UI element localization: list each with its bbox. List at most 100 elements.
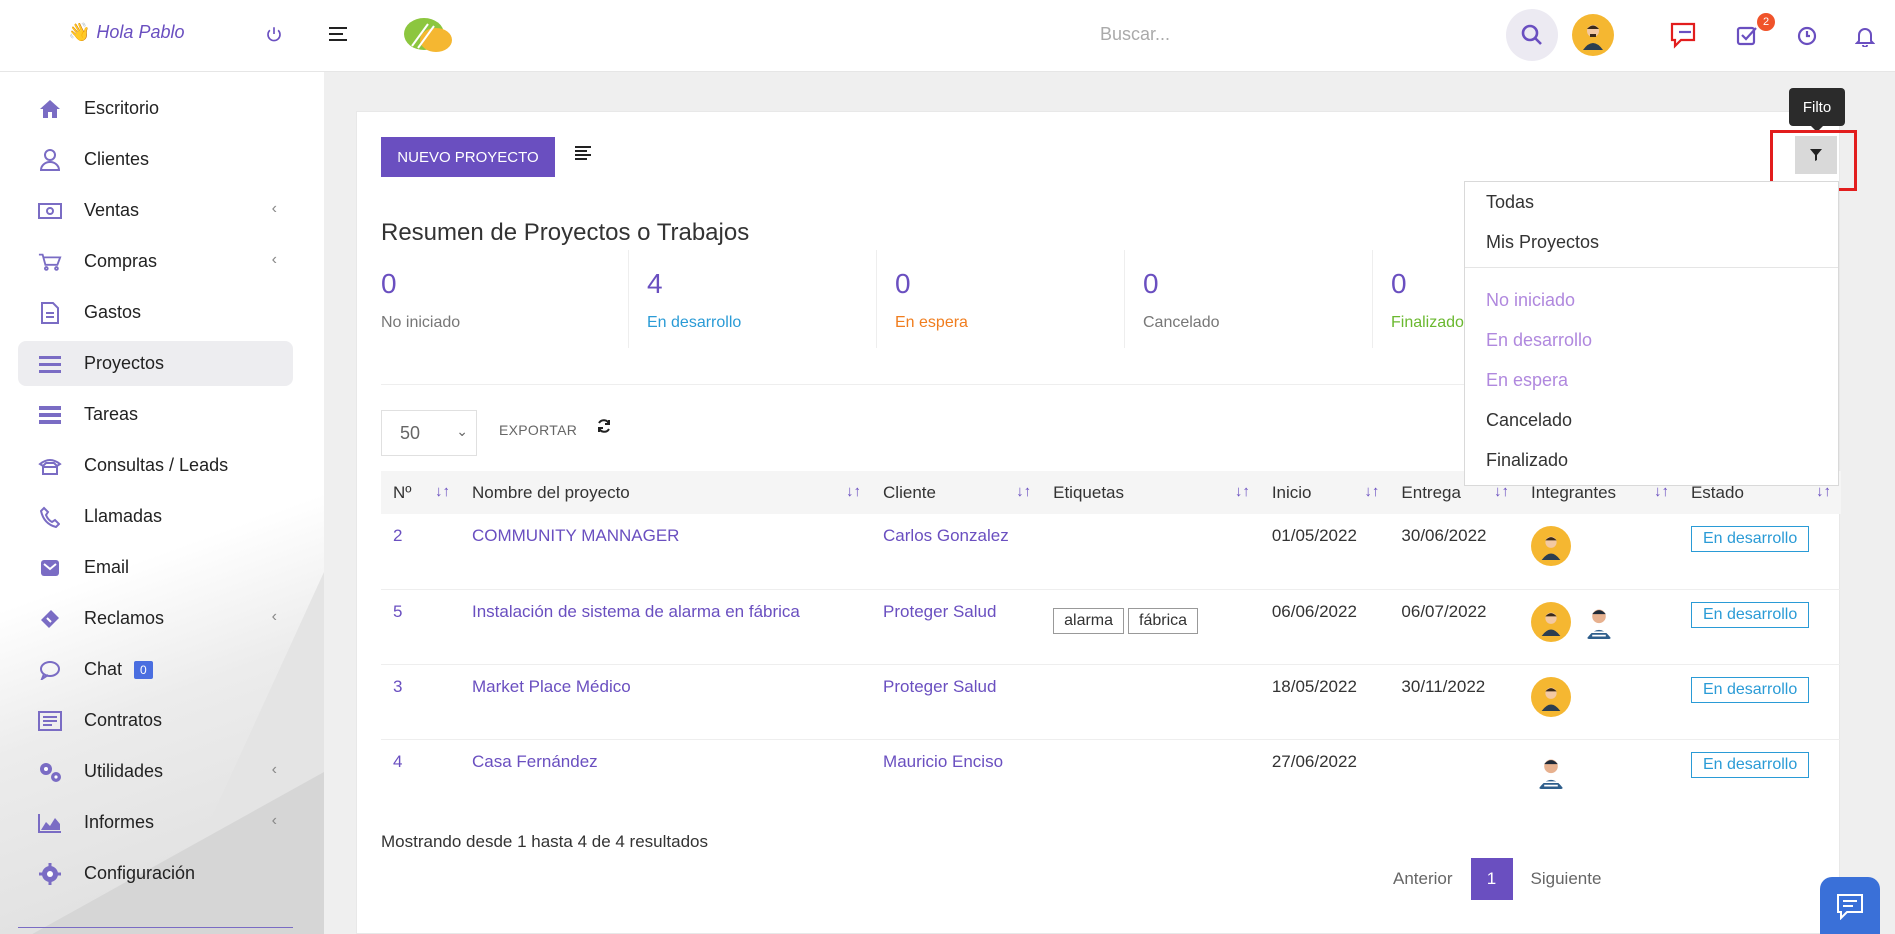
filter-option-cancelado[interactable]: Cancelado [1465, 400, 1838, 440]
clock-icon[interactable] [1796, 25, 1818, 47]
sidebar-item-chat[interactable]: Chat 0 [18, 647, 293, 692]
sidebar-item-escritorio[interactable]: Escritorio [18, 86, 293, 131]
member-avatar[interactable] [1531, 526, 1571, 566]
column-header-client[interactable]: Cliente ↓↑ [871, 471, 1041, 514]
cell-start: 06/06/2022 [1271, 601, 1357, 621]
sidebar-item-compras[interactable]: Compras ‹ [18, 239, 293, 284]
cell-members [1519, 589, 1679, 664]
cell-client[interactable]: Proteger Salud [871, 664, 1041, 739]
column-header-start[interactable]: Inicio ↓↑ [1260, 471, 1390, 514]
sidebar-item-configuracion[interactable]: Configuración [18, 851, 293, 896]
sidebar-item-label: Compras [84, 251, 158, 271]
cell-project-name[interactable]: COMMUNITY MANNAGER [460, 514, 871, 589]
cell-client[interactable]: Proteger Salud [871, 589, 1041, 664]
sidebar-item-proyectos[interactable]: Proyectos [18, 341, 293, 386]
chevron-left-icon: ‹ [271, 608, 277, 625]
menu-toggle-icon[interactable] [326, 22, 350, 46]
stat-cancelado[interactable]: 0 Cancelado [1125, 250, 1373, 348]
sidebar-item-ventas[interactable]: Ventas ‹ [18, 188, 293, 233]
current-page-button[interactable]: 1 [1470, 858, 1513, 900]
cart-icon [38, 250, 62, 274]
cell-number[interactable]: 5 [381, 589, 460, 664]
chevron-down-icon: ⌄ [456, 423, 468, 439]
column-header-tags[interactable]: Etiquetas ↓↑ [1041, 471, 1260, 514]
list-view-icon[interactable] [575, 146, 591, 165]
sidebar-item-consultas[interactable]: Consultas / Leads [18, 443, 293, 488]
member-avatar[interactable] [1531, 751, 1571, 792]
sidebar-item-label: Chat [84, 659, 123, 679]
tag-chip[interactable]: fábrica [1128, 607, 1199, 634]
filter-button[interactable] [1795, 136, 1837, 174]
stat-en-espera[interactable]: 0 En espera [877, 250, 1125, 348]
sidebar-item-llamadas[interactable]: Llamadas [18, 494, 293, 539]
tasks-check-icon[interactable] [1736, 24, 1758, 46]
new-project-button[interactable]: NUEVO PROYECTO [381, 137, 555, 177]
search-input[interactable]: Buscar... [1100, 24, 1170, 45]
cell-client[interactable]: Mauricio Enciso [871, 739, 1041, 814]
prev-page-button[interactable]: Anterior [1393, 869, 1453, 889]
table-row: 5 Instalación de sistema de alarma en fá… [381, 589, 1841, 664]
sidebar-item-label: Reclamos [84, 608, 165, 628]
cell-project-name[interactable]: Casa Fernández [460, 739, 871, 814]
cell-client[interactable]: Carlos Gonzalez [871, 514, 1041, 589]
member-avatar[interactable] [1579, 601, 1619, 642]
cell-start: 18/05/2022 [1271, 676, 1357, 696]
dropdown-divider [1465, 267, 1838, 268]
stat-no-iniciado[interactable]: 0 No iniciado [381, 250, 629, 348]
chat-widget-button[interactable] [1820, 877, 1880, 934]
chart-icon [38, 811, 62, 835]
messages-icon[interactable] [1668, 20, 1702, 50]
power-icon[interactable] [262, 22, 286, 46]
filter-option-en-desarrollo[interactable]: En desarrollo [1465, 320, 1838, 360]
cell-number[interactable]: 3 [381, 664, 460, 739]
sidebar-item-reclamos[interactable]: Reclamos ‹ [18, 596, 293, 641]
sidebar-item-clientes[interactable]: Clientes [18, 137, 293, 182]
cell-number[interactable]: 2 [381, 514, 460, 589]
member-avatar[interactable] [1531, 676, 1571, 717]
search-icon [1521, 24, 1542, 45]
user-avatar[interactable] [1572, 14, 1614, 56]
filter-option-en-espera[interactable]: En espera [1465, 360, 1838, 400]
tag-chip[interactable]: alarma [1053, 607, 1125, 634]
filter-option-mis-proyectos[interactable]: Mis Proyectos [1465, 222, 1838, 262]
cell-number[interactable]: 4 [381, 739, 460, 814]
sort-icon: ↓↑ [846, 483, 862, 500]
column-label: Cliente [883, 482, 936, 502]
filter-dropdown-menu: Todas Mis Proyectos No iniciado En desar… [1464, 181, 1839, 486]
sidebar-item-utilidades[interactable]: Utilidades ‹ [18, 749, 293, 794]
mail-icon [38, 556, 62, 580]
refresh-icon[interactable] [597, 419, 611, 438]
cell-state: En desarrollo [1679, 589, 1841, 664]
stat-value: 4 [647, 268, 663, 299]
cell-members [1519, 739, 1679, 814]
filter-option-no-iniciado[interactable]: No iniciado [1465, 280, 1838, 320]
summary-title: Resumen de Proyectos o Trabajos [381, 219, 750, 246]
sidebar-item-label: Contratos [84, 710, 163, 730]
page-size-select[interactable]: 50 ⌄ [381, 410, 477, 456]
cell-state: En desarrollo [1679, 739, 1841, 814]
export-button[interactable]: EXPORTAR [499, 422, 577, 438]
search-button[interactable] [1506, 9, 1558, 61]
bell-icon[interactable] [1854, 24, 1876, 48]
sidebar-item-label: Llamadas [84, 506, 163, 526]
filter-option-finalizado[interactable]: Finalizado [1465, 440, 1838, 480]
sidebar-item-contratos[interactable]: Contratos [18, 698, 293, 743]
cell-due: 06/07/2022 [1401, 601, 1487, 621]
column-header-name[interactable]: Nombre del proyecto ↓↑ [460, 471, 871, 514]
table-row: 2 COMMUNITY MANNAGER Carlos Gonzalez 01/… [381, 514, 1841, 589]
cell-project-name[interactable]: Market Place Médico [460, 664, 871, 739]
bars-icon [38, 352, 62, 376]
sidebar-item-gastos[interactable]: Gastos [18, 290, 293, 335]
filter-option-todas[interactable]: Todas [1465, 182, 1838, 222]
state-badge: En desarrollo [1690, 676, 1810, 703]
column-header-number[interactable]: Nº ↓↑ [381, 471, 460, 514]
sidebar-item-email[interactable]: Email [18, 545, 293, 590]
cell-project-name[interactable]: Instalación de sistema de alarma en fábr… [460, 589, 871, 664]
sidebar-item-informes[interactable]: Informes ‹ [18, 800, 293, 845]
next-page-button[interactable]: Siguiente [1531, 869, 1602, 889]
brand-logo[interactable] [400, 14, 454, 54]
member-avatar[interactable] [1531, 601, 1571, 642]
sidebar-item-tareas[interactable]: Tareas [18, 392, 293, 437]
sort-icon: ↓↑ [1364, 483, 1380, 500]
stat-en-desarrollo[interactable]: 4 En desarrollo [629, 250, 877, 348]
